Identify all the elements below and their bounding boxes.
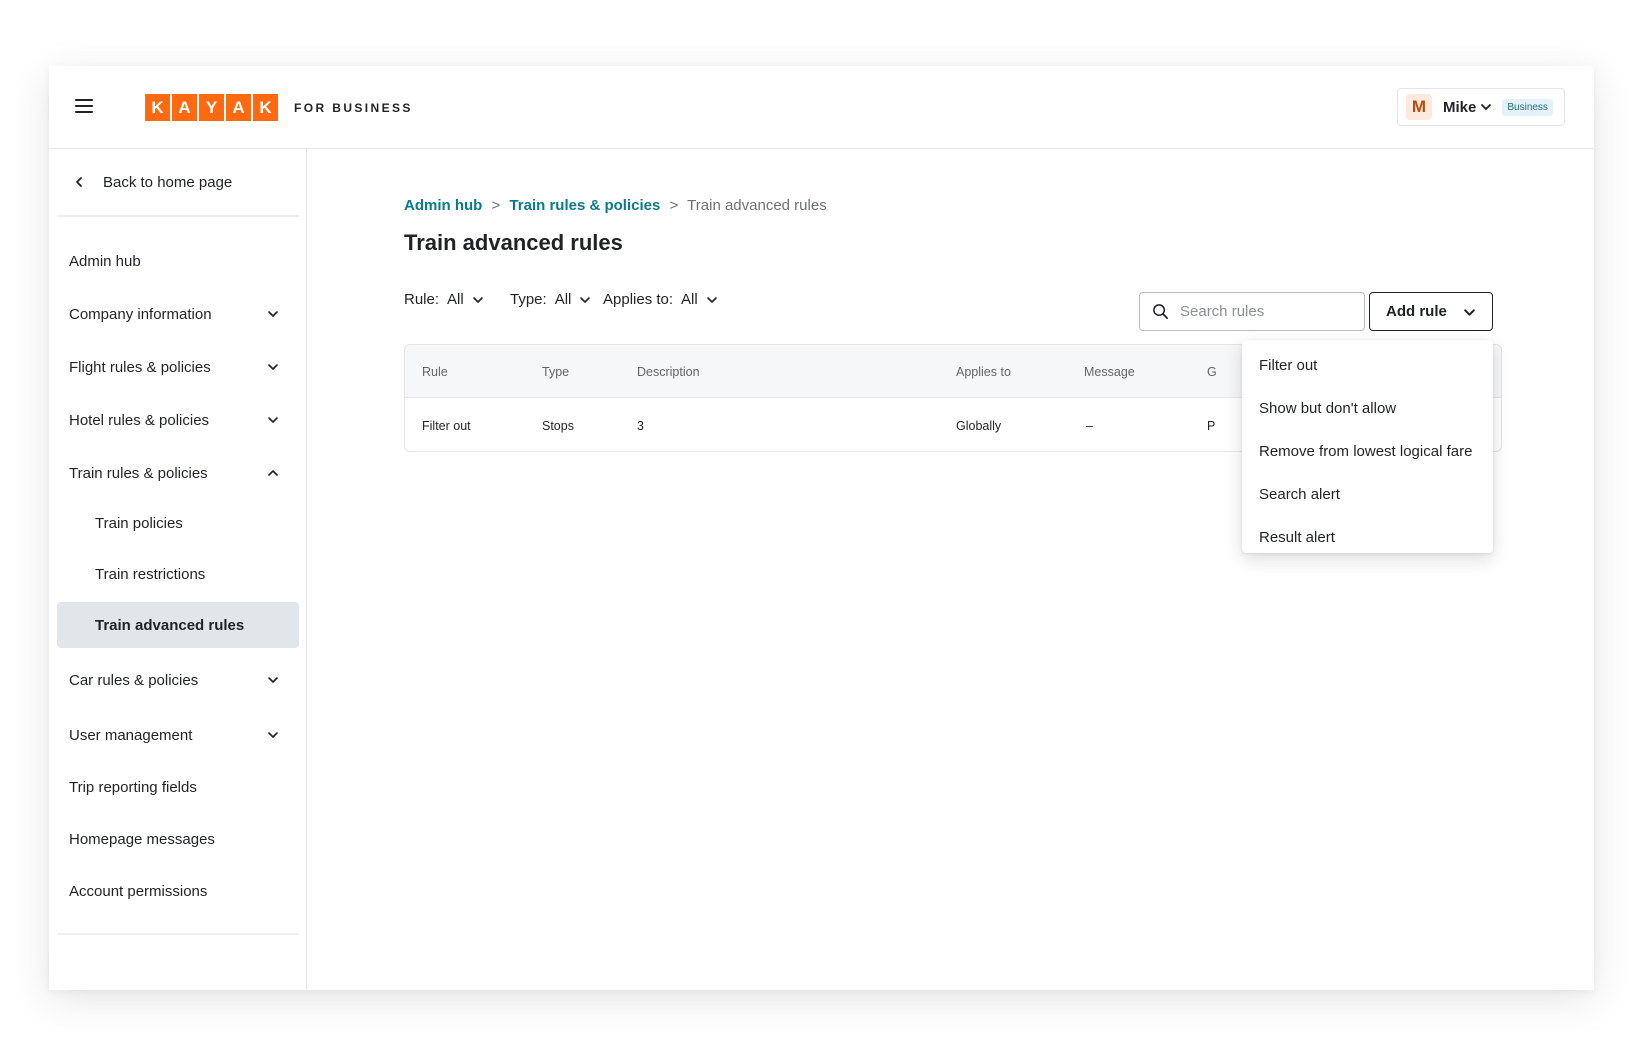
chevron-down-icon [1481,104,1492,110]
chevron-up-icon [268,470,278,476]
sidebar: Back to home page Admin hub Company info… [49,149,307,990]
search-box [1139,292,1365,331]
logo-letter: A [226,94,251,121]
chevron-down-icon [580,296,591,303]
filter-label: Rule: [404,291,440,308]
add-rule-button[interactable]: Add rule [1369,292,1493,331]
chevron-down-icon [268,364,278,370]
menu-item-search-alert[interactable]: Search alert [1242,473,1493,516]
sidebar-item-flight-rules[interactable]: Flight rules & policies [57,344,299,390]
chevron-down-icon [268,417,278,423]
menu-item-result-alert[interactable]: Result alert [1242,516,1493,559]
chevron-down-icon [1464,309,1475,316]
cell-description: 3 [637,419,644,433]
sidebar-item-train-advanced-rules[interactable]: Train advanced rules [57,602,299,648]
sidebar-item-hotel-rules[interactable]: Hotel rules & policies [57,397,299,443]
user-menu-button[interactable]: M Mike Business [1397,88,1565,126]
cell-applies-to: Globally [956,419,1002,433]
kayak-logo[interactable]: K A Y A K [145,94,280,121]
breadcrumb-separator: > [669,197,679,214]
search-icon [1153,304,1168,319]
chevron-down-icon [268,311,278,317]
filter-value: All [447,291,464,308]
sidebar-item-train-restrictions[interactable]: Train restrictions [57,551,299,597]
chevron-down-icon [472,296,483,303]
cell-rule: Filter out [422,419,471,433]
sidebar-item-account-permissions[interactable]: Account permissions [57,868,299,914]
column-header-rule[interactable]: Rule [422,365,448,379]
cell-message: – [1086,419,1093,433]
search-input[interactable] [1180,303,1350,320]
column-header-description[interactable]: Description [637,365,700,379]
menu-item-show-but-dont-allow[interactable]: Show but don't allow [1242,387,1493,430]
sidebar-item-train-policies[interactable]: Train policies [57,500,299,546]
type-filter[interactable]: Type: All [510,291,591,308]
sidebar-item-trip-reporting-fields[interactable]: Trip reporting fields [57,764,299,810]
column-header-applies-to[interactable]: Applies to [956,365,1011,379]
breadcrumb-separator: > [491,197,501,214]
sidebar-item-label: Train policies [95,514,183,532]
divider [57,933,299,935]
chevron-left-icon [76,177,82,187]
breadcrumb-current: Train advanced rules [687,197,827,214]
top-header: K A Y A K FOR BUSINESS M Mike Business [49,66,1594,149]
column-header-message[interactable]: Message [1084,365,1135,379]
filter-label: Type: [510,291,547,308]
menu-item-filter-out[interactable]: Filter out [1242,344,1493,387]
avatar: M [1406,94,1432,120]
breadcrumb: Admin hub > Train rules & policies > Tra… [404,197,827,214]
logo-suffix: FOR BUSINESS [294,101,413,115]
logo-letter: Y [199,94,224,121]
chevron-down-icon [268,677,278,683]
sidebar-item-label: Trip reporting fields [69,778,197,796]
breadcrumb-link-train-rules[interactable]: Train rules & policies [509,197,660,214]
menu-item-remove-lowest-logical-fare[interactable]: Remove from lowest logical fare [1242,430,1493,473]
add-rule-label: Add rule [1386,303,1447,320]
divider [57,215,299,217]
applies-to-filter[interactable]: Applies to: All [603,291,718,308]
sidebar-item-company-information[interactable]: Company information [57,291,299,337]
back-to-home-link[interactable]: Back to home page [49,149,299,215]
sidebar-item-label: User management [69,726,193,744]
sidebar-item-label: Homepage messages [69,830,215,848]
breadcrumb-link-admin-hub[interactable]: Admin hub [404,197,482,214]
sidebar-item-label: Account permissions [69,882,208,900]
add-rule-menu: Filter out Show but don't allow Remove f… [1242,340,1493,553]
sidebar-item-label: Train restrictions [95,565,206,583]
sidebar-item-label: Flight rules & policies [69,358,211,376]
rule-filter[interactable]: Rule: All [404,291,484,308]
back-link-label: Back to home page [103,173,233,191]
logo-letter: A [172,94,197,121]
account-type-badge: Business [1502,98,1553,116]
sidebar-item-car-rules[interactable]: Car rules & policies [57,657,299,703]
page-title: Train advanced rules [404,230,623,255]
cell-partial: P [1207,419,1216,433]
sidebar-item-train-rules[interactable]: Train rules & policies [57,450,299,496]
sidebar-item-label: Admin hub [69,252,141,270]
user-name: Mike [1443,98,1477,116]
sidebar-item-label: Car rules & policies [69,671,199,689]
menu-icon[interactable] [75,99,93,113]
column-header-partial[interactable]: G [1207,365,1217,379]
filter-label: Applies to: [603,291,674,308]
logo-letter: K [145,94,170,121]
cell-type: Stops [542,419,574,433]
sidebar-item-admin-hub[interactable]: Admin hub [57,238,299,284]
sidebar-item-label: Hotel rules & policies [69,411,210,429]
sidebar-item-label: Company information [69,305,212,323]
sidebar-item-label: Train rules & policies [69,464,208,482]
chevron-down-icon [268,732,278,738]
filter-value: All [554,291,572,308]
sidebar-item-homepage-messages[interactable]: Homepage messages [57,816,299,862]
column-header-type[interactable]: Type [542,365,569,379]
chevron-down-icon [706,296,717,303]
app-window: K A Y A K FOR BUSINESS M Mike Business B… [49,66,1594,990]
logo-letter: K [253,94,278,121]
filter-value: All [681,291,698,308]
sidebar-item-label: Train advanced rules [95,616,245,634]
sidebar-item-user-management[interactable]: User management [57,712,299,758]
